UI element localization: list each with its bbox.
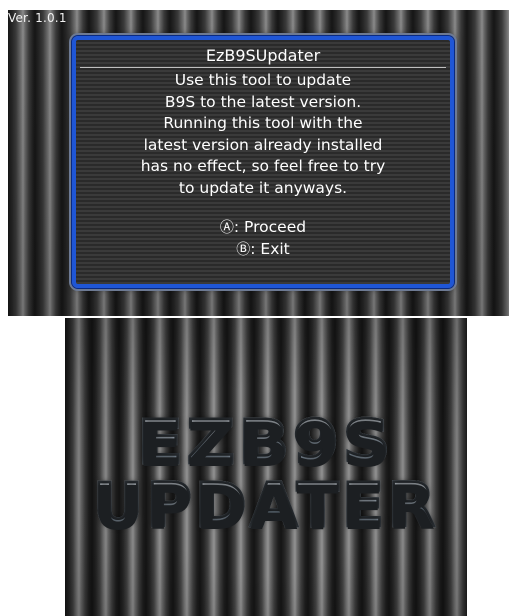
proceed-label: : Proceed [233,218,307,236]
dialog-options: Ⓐ: Proceed Ⓑ: Exit [76,217,450,261]
proceed-option[interactable]: Ⓐ: Proceed [76,217,450,239]
dialog-line: Use this tool to update [174,71,352,89]
dialog-title: EzB9SUpdater [80,40,446,68]
exit-label: : Exit [250,240,290,258]
bottom-screen: EZB9S UPDATER [65,318,467,616]
logo-title-line-1: EZB9S [65,409,467,476]
top-screen: Ver. 1.0.1 EzB9SUpdater Use this tool to… [8,10,509,316]
dialog-line: latest version already installed [143,135,383,154]
dialog-line: has no effect, so feel free to try [140,157,386,175]
exit-option[interactable]: Ⓑ: Exit [76,239,450,261]
dialog-message: Use this tool to update B9S to the lates… [76,70,450,199]
version-label: Ver. 1.0.1 [8,11,67,25]
dialog-line: to update it anyways. [178,178,348,197]
info-dialog: EzB9SUpdater Use this tool to update B9S… [72,36,454,288]
dialog-line: B9S to the latest version. [164,92,362,111]
logo-title-line-2: UPDATER [79,472,453,539]
b-button-icon: Ⓑ [236,242,251,258]
a-button-icon: Ⓐ [219,220,234,236]
dialog-line: Running this tool with the [163,114,363,132]
